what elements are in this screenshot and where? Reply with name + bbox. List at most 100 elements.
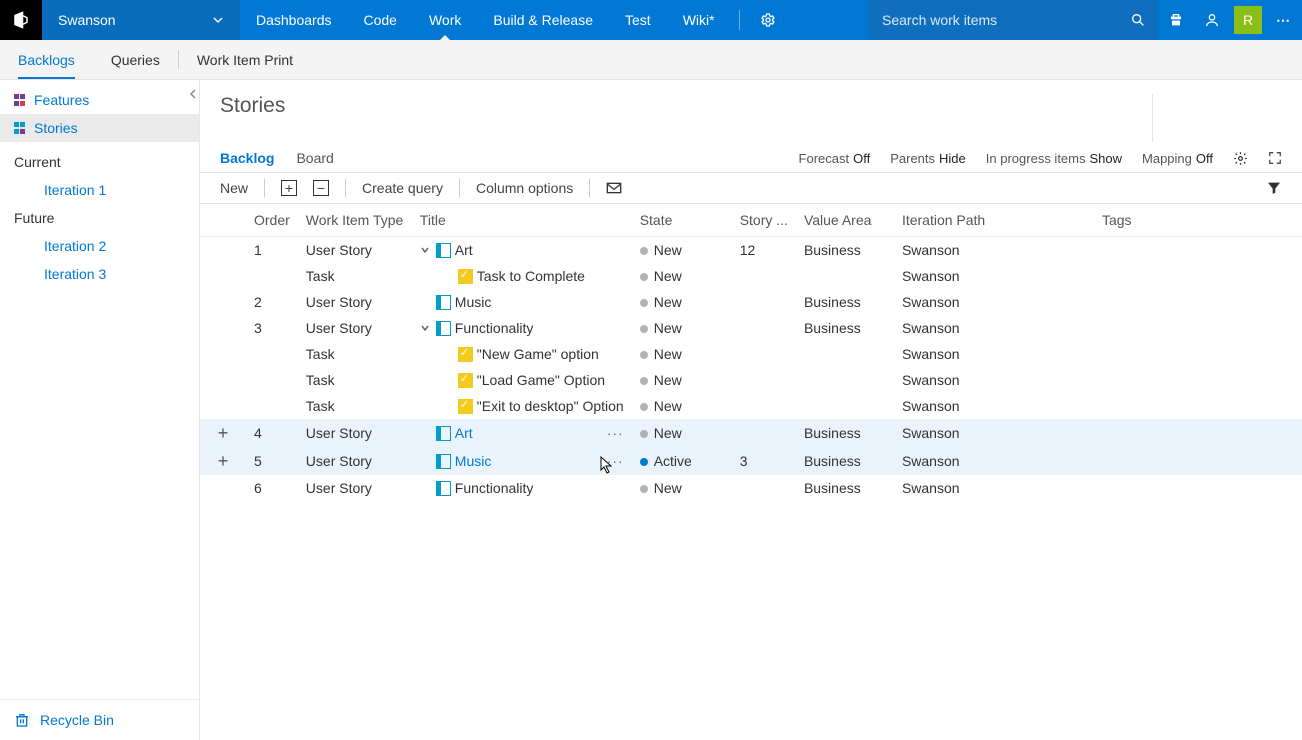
toggle-parents[interactable]: ParentsHide bbox=[890, 151, 966, 166]
settings-gear[interactable] bbox=[748, 0, 788, 40]
new-button[interactable]: New bbox=[220, 180, 248, 196]
project-name: Swanson bbox=[58, 12, 116, 28]
cell-title[interactable]: "Load Game" Option bbox=[477, 372, 605, 388]
expand-chevron-icon[interactable] bbox=[420, 323, 432, 333]
cell-story-points bbox=[732, 263, 796, 289]
subnav-queries[interactable]: Queries bbox=[93, 40, 178, 79]
table-row[interactable]: +4User StoryArt···NewBusinessSwanson bbox=[200, 419, 1302, 447]
cell-iteration-path: Swanson bbox=[894, 447, 1094, 475]
cell-story-points bbox=[732, 393, 796, 419]
toggle-inprogress[interactable]: In progress itemsShow bbox=[986, 151, 1122, 166]
project-selector[interactable]: Swanson bbox=[42, 0, 240, 40]
cell-value-area bbox=[796, 367, 894, 393]
column-state[interactable]: State bbox=[632, 204, 732, 237]
avatar[interactable]: R bbox=[1234, 6, 1262, 34]
tab-backlog[interactable]: Backlog bbox=[220, 150, 274, 166]
sidebar-heading-current: Current bbox=[0, 148, 199, 176]
cell-order: 5 bbox=[246, 447, 298, 475]
add-child-icon[interactable]: + bbox=[218, 451, 229, 471]
cell-title[interactable]: "Exit to desktop" Option bbox=[477, 398, 624, 414]
table-row[interactable]: Task"Load Game" OptionNewSwanson bbox=[200, 367, 1302, 393]
cell-state: New bbox=[632, 367, 732, 393]
collapse-sidebar-icon[interactable] bbox=[186, 84, 200, 104]
toggle-forecast[interactable]: ForecastOff bbox=[799, 151, 871, 166]
cell-value-area: Business bbox=[796, 447, 894, 475]
hub-wiki[interactable]: Wiki* bbox=[667, 0, 731, 40]
column-options-button[interactable]: Column options bbox=[476, 180, 573, 196]
hub-build-release[interactable]: Build & Release bbox=[477, 0, 609, 40]
table-row[interactable]: 6User StoryFunctionalityNewBusinessSwans… bbox=[200, 475, 1302, 501]
search-box[interactable] bbox=[868, 0, 1158, 40]
cell-title[interactable]: "New Game" option bbox=[477, 346, 599, 362]
product-logo[interactable] bbox=[0, 0, 42, 40]
cell-order bbox=[246, 393, 298, 419]
state-dot-icon bbox=[640, 325, 648, 333]
hub-code[interactable]: Code bbox=[348, 0, 413, 40]
cell-title[interactable]: Art bbox=[455, 425, 473, 441]
collapse-one-level-icon[interactable]: − bbox=[313, 180, 329, 196]
table-row[interactable]: 2User StoryMusicNewBusinessSwanson bbox=[200, 289, 1302, 315]
row-context-menu-icon[interactable]: ··· bbox=[607, 453, 624, 469]
state-dot-icon bbox=[640, 403, 648, 411]
cell-story-points: 3 bbox=[732, 447, 796, 475]
user-story-icon bbox=[436, 481, 451, 496]
fullscreen-icon[interactable] bbox=[1268, 151, 1282, 165]
cell-value-area bbox=[796, 341, 894, 367]
hub-test[interactable]: Test bbox=[609, 0, 667, 40]
sub-nav: Backlogs Queries Work Item Print bbox=[0, 40, 1302, 80]
subnav-work-item-print[interactable]: Work Item Print bbox=[179, 40, 311, 79]
task-icon bbox=[458, 373, 473, 388]
state-dot-icon bbox=[640, 430, 648, 438]
cell-title[interactable]: Functionality bbox=[455, 480, 534, 496]
column-work-item-type[interactable]: Work Item Type bbox=[298, 204, 412, 237]
search-input[interactable] bbox=[880, 11, 1130, 29]
marketplace-icon[interactable] bbox=[1158, 0, 1194, 40]
sidebar-item-features[interactable]: Features bbox=[0, 86, 199, 114]
cell-value-area bbox=[796, 393, 894, 419]
cell-state: New bbox=[632, 315, 732, 341]
column-tags[interactable]: Tags bbox=[1094, 204, 1302, 237]
column-iteration-path[interactable]: Iteration Path bbox=[894, 204, 1094, 237]
sidebar-iteration-1[interactable]: Iteration 1 bbox=[0, 176, 199, 204]
expand-one-level-icon[interactable]: + bbox=[281, 180, 297, 196]
table-row[interactable]: TaskTask to CompleteNewSwanson bbox=[200, 263, 1302, 289]
toggle-mapping[interactable]: MappingOff bbox=[1142, 151, 1213, 166]
cell-tags bbox=[1094, 315, 1302, 341]
cell-title[interactable]: Music bbox=[455, 294, 492, 310]
table-row[interactable]: 3User StoryFunctionalityNewBusinessSwans… bbox=[200, 315, 1302, 341]
email-icon[interactable] bbox=[606, 181, 622, 195]
hub-dashboards[interactable]: Dashboards bbox=[240, 0, 348, 40]
create-query-button[interactable]: Create query bbox=[362, 180, 443, 196]
table-row[interactable]: Task"Exit to desktop" OptionNewSwanson bbox=[200, 393, 1302, 419]
column-value-area[interactable]: Value Area bbox=[796, 204, 894, 237]
column-title[interactable]: Title bbox=[412, 204, 632, 237]
subnav-backlogs[interactable]: Backlogs bbox=[0, 40, 93, 79]
sidebar-iteration-2[interactable]: Iteration 2 bbox=[0, 232, 199, 260]
more-icon[interactable]: ⋯ bbox=[1266, 0, 1302, 40]
settings-gear-icon[interactable] bbox=[1233, 151, 1248, 166]
filter-icon[interactable] bbox=[1266, 180, 1282, 196]
tab-board[interactable]: Board bbox=[296, 150, 333, 166]
column-story-points[interactable]: Story ... bbox=[732, 204, 796, 237]
cell-title[interactable]: Functionality bbox=[455, 320, 534, 336]
cell-story-points bbox=[732, 315, 796, 341]
cell-title[interactable]: Art bbox=[455, 242, 473, 258]
table-row[interactable]: 1User StoryArtNew12BusinessSwanson bbox=[200, 237, 1302, 264]
sidebar-iteration-3[interactable]: Iteration 3 bbox=[0, 260, 199, 288]
sidebar-item-stories[interactable]: Stories bbox=[0, 114, 199, 142]
add-child-icon[interactable]: + bbox=[218, 423, 229, 443]
cell-title[interactable]: Music bbox=[455, 453, 492, 469]
cell-order: 3 bbox=[246, 315, 298, 341]
hub-work[interactable]: Work bbox=[413, 0, 477, 40]
cell-title[interactable]: Task to Complete bbox=[477, 268, 585, 284]
cell-type: User Story bbox=[298, 475, 412, 501]
column-order[interactable]: Order bbox=[246, 204, 298, 237]
row-context-menu-icon[interactable]: ··· bbox=[607, 425, 624, 441]
expand-chevron-icon[interactable] bbox=[420, 245, 432, 255]
story-icon bbox=[14, 122, 26, 134]
table-row[interactable]: +5User StoryMusic···Active3BusinessSwans… bbox=[200, 447, 1302, 475]
table-row[interactable]: Task"New Game" optionNewSwanson bbox=[200, 341, 1302, 367]
recycle-bin[interactable]: Recycle Bin bbox=[0, 699, 199, 740]
task-icon bbox=[458, 269, 473, 284]
person-icon[interactable] bbox=[1194, 0, 1230, 40]
